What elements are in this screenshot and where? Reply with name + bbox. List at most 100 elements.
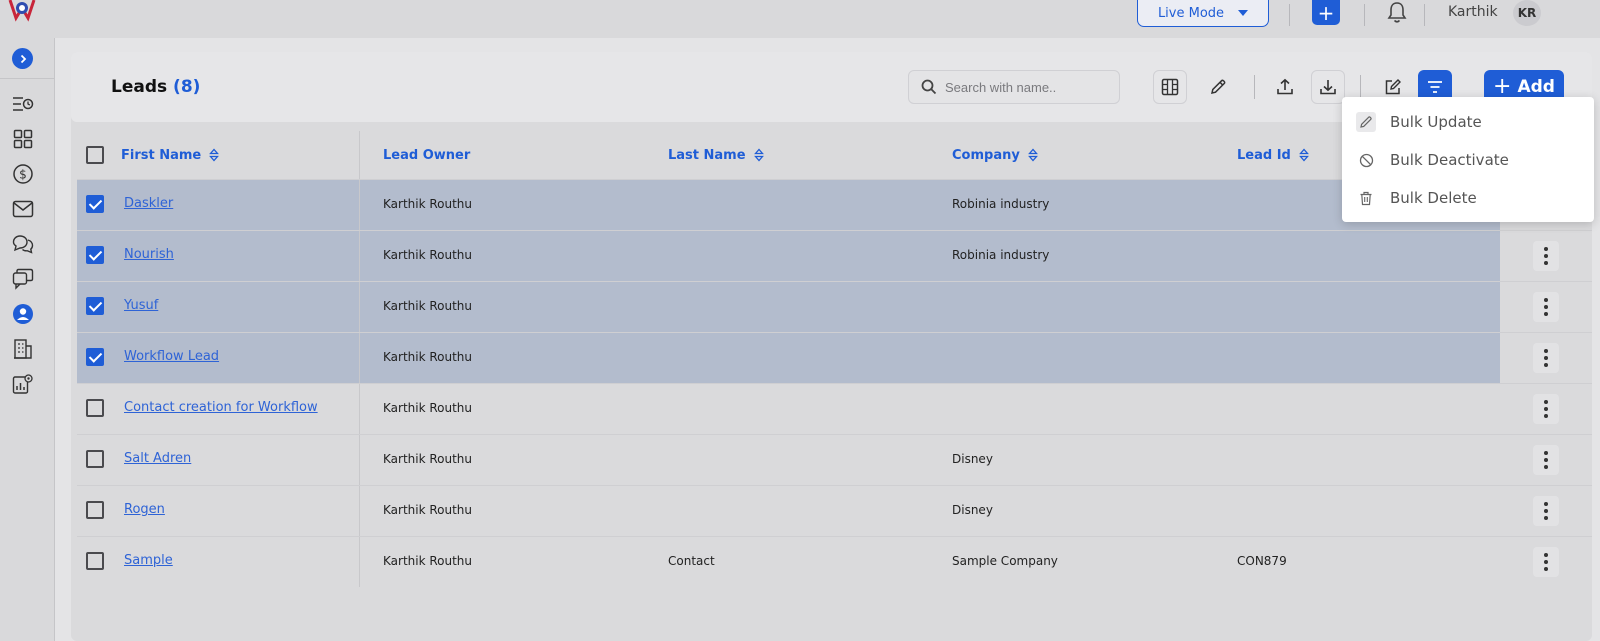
lead-count: (8) (173, 77, 201, 97)
table-row[interactable]: Sample Karthik Routhu Contact Sample Compan… (77, 536, 1592, 587)
lead-first-name-link[interactable]: Yusuf (124, 298, 158, 313)
lead-owner-cell: Karthik Routhu (383, 503, 473, 517)
more-options-icon[interactable] (1533, 241, 1559, 271)
mode-label: Live Mode (1157, 5, 1225, 21)
chat-icon[interactable] (11, 232, 35, 256)
row-fixed-column: Nourish (77, 231, 360, 281)
column-header-company[interactable]: Company (952, 131, 1038, 179)
dollar-icon[interactable]: $ (11, 162, 35, 186)
column-header-lead-owner[interactable]: Lead Owner (383, 131, 470, 179)
table-row[interactable]: Salt Adren Karthik Routhu Disney (77, 434, 1592, 485)
row-checkbox[interactable] (86, 552, 104, 570)
plus-icon: + (1317, 0, 1335, 25)
row-checkbox[interactable] (86, 195, 104, 213)
sort-icon[interactable] (1298, 148, 1309, 162)
search-input[interactable] (945, 79, 1115, 95)
lead-first-name-link[interactable]: Nourish (124, 247, 174, 262)
lead-owner-cell: Karthik Routhu (383, 248, 473, 262)
mail-icon[interactable] (11, 197, 35, 221)
table-row[interactable]: Contact creation for Workflow Karthik Rou… (77, 383, 1592, 434)
row-fixed-column: Rogen (77, 486, 360, 536)
column-header-lead-id[interactable]: Lead Id (1237, 131, 1309, 179)
row-checkbox[interactable] (86, 348, 104, 366)
more-options-icon[interactable] (1533, 343, 1559, 373)
row-checkbox[interactable] (86, 246, 104, 264)
app-logo[interactable] (6, 0, 38, 26)
sort-icon[interactable] (209, 148, 220, 162)
page-title-text: Leads (111, 77, 168, 97)
search-icon (921, 79, 937, 95)
search-field[interactable] (908, 70, 1120, 104)
sort-icon[interactable] (1027, 148, 1038, 162)
row-fixed-column: Daskler (77, 180, 360, 230)
company-cell: Disney (952, 452, 993, 466)
more-options-icon[interactable] (1533, 394, 1559, 424)
row-checkbox[interactable] (86, 501, 104, 519)
trash-icon (1356, 188, 1376, 208)
menu-item-bulk-deactivate[interactable]: Bulk Deactivate (1356, 147, 1509, 173)
row-checkbox[interactable] (86, 399, 104, 417)
lead-first-name-link[interactable]: Contact creation for Workflow (124, 400, 318, 415)
upload-icon (1277, 78, 1293, 95)
more-options-icon[interactable] (1533, 445, 1559, 475)
lead-id-cell: CON879 (1237, 554, 1287, 568)
lead-first-name-link[interactable]: Rogen (124, 502, 165, 517)
edit-square-icon (1385, 79, 1401, 95)
mode-selector[interactable]: Live Mode (1137, 0, 1269, 27)
more-options-icon[interactable] (1533, 292, 1559, 322)
sort-icon[interactable] (753, 148, 764, 162)
activity-list-icon[interactable] (11, 92, 35, 116)
conversations-icon[interactable] (11, 267, 35, 291)
contact-user-icon[interactable] (11, 302, 35, 326)
row-checkbox[interactable] (86, 297, 104, 315)
header-fixed-column: First Name (77, 131, 360, 179)
export-button[interactable] (1311, 70, 1345, 104)
table-row[interactable]: Workflow Lead Karthik Routhu (77, 332, 1592, 383)
column-label: Lead Owner (383, 147, 471, 163)
bell-icon[interactable] (1384, 0, 1410, 30)
divider (1289, 4, 1290, 26)
table-row[interactable]: Yusuf Karthik Routhu (77, 281, 1592, 332)
pencil-icon (1211, 79, 1226, 94)
add-label: Add (1517, 77, 1555, 97)
quick-create-button[interactable]: + (1312, 0, 1340, 25)
sidebar-expand-button[interactable] (12, 48, 33, 69)
avatar[interactable]: KR (1513, 0, 1541, 26)
row-fixed-column: Contact creation for Workflow (77, 384, 360, 434)
table-row[interactable]: Rogen Karthik Routhu Disney (77, 485, 1592, 536)
menu-item-bulk-update[interactable]: Bulk Update (1356, 109, 1482, 135)
download-icon (1320, 80, 1336, 95)
import-button[interactable] (1268, 70, 1302, 104)
menu-item-label: Bulk Delete (1390, 189, 1477, 207)
row-fixed-column: Salt Adren (77, 435, 360, 485)
user-name[interactable]: Karthik (1448, 4, 1498, 20)
column-header-first-name[interactable]: First Name (121, 131, 220, 179)
company-cell: Robinia industry (952, 197, 1050, 211)
pencil-icon (1356, 112, 1376, 132)
column-label: Company (952, 147, 1020, 163)
filter-lines-icon (1428, 81, 1442, 93)
table-row[interactable]: Nourish Karthik Routhu Robinia industry (77, 230, 1592, 281)
edit-view-button[interactable] (1201, 70, 1235, 104)
lead-first-name-link[interactable]: Salt Adren (124, 451, 191, 466)
row-actions (1500, 282, 1592, 332)
more-options-icon[interactable] (1533, 496, 1559, 526)
lead-first-name-link[interactable]: Daskler (124, 196, 173, 211)
settings-chart-icon[interactable] (11, 372, 35, 396)
divider (1424, 4, 1425, 26)
select-all-checkbox[interactable] (86, 146, 104, 164)
lead-first-name-link[interactable]: Sample (124, 553, 173, 568)
column-label: First Name (121, 147, 202, 163)
dashboard-grid-icon[interactable] (11, 127, 35, 151)
lead-first-name-link[interactable]: Workflow Lead (124, 349, 219, 364)
column-layout-button[interactable] (1153, 70, 1187, 104)
more-options-icon[interactable] (1533, 547, 1559, 577)
lead-owner-cell: Karthik Routhu (383, 554, 473, 568)
column-header-last-name[interactable]: Last Name (668, 131, 764, 179)
row-checkbox[interactable] (86, 450, 104, 468)
company-cell: Robinia industry (952, 248, 1050, 262)
building-icon[interactable] (11, 337, 35, 361)
menu-item-bulk-delete[interactable]: Bulk Delete (1356, 185, 1477, 211)
last-name-cell: Contact (668, 554, 715, 568)
sidebar: $ (0, 38, 55, 641)
